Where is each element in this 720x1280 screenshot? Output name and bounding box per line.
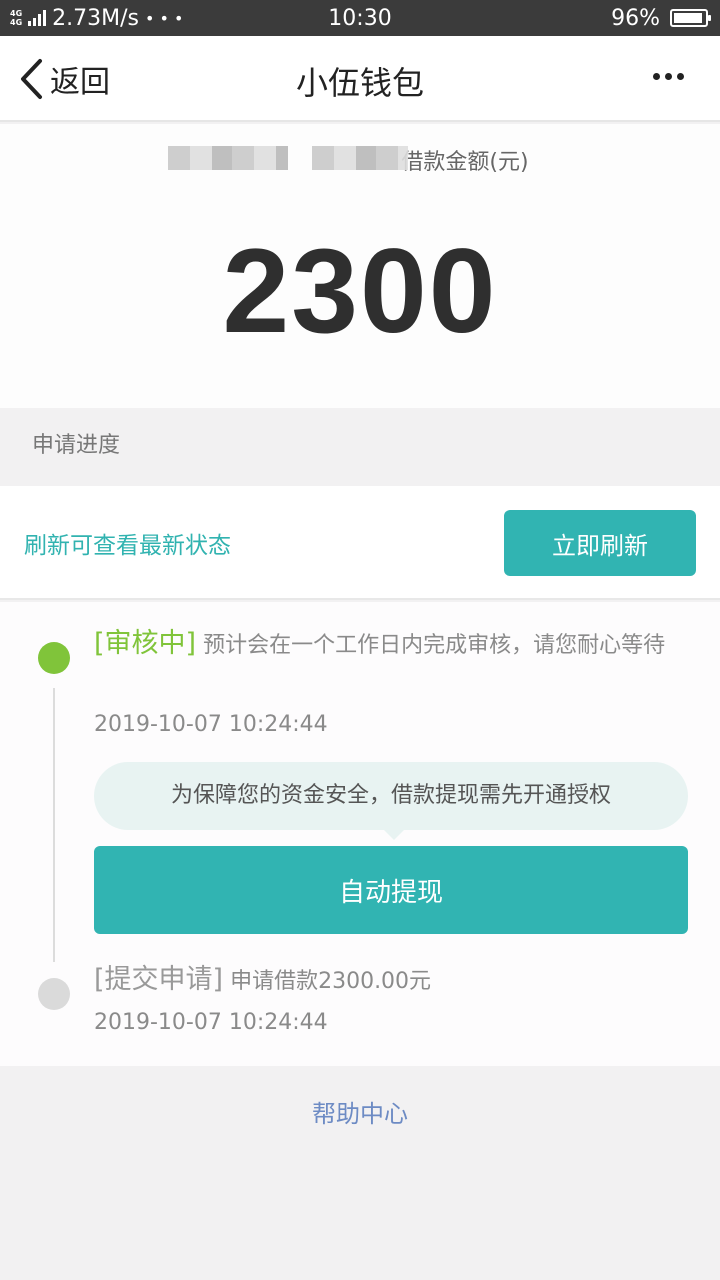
refresh-now-button[interactable]: 立即刷新 — [504, 510, 696, 576]
redacted-text — [312, 146, 408, 170]
network-label-1: 4G — [10, 9, 23, 18]
step-review: [审核中] 预计会在一个工作日内完成审核，请您耐心等待 — [94, 624, 694, 666]
loan-amount: 2300 — [222, 224, 498, 358]
step-submitted-tag: [提交申请] — [94, 964, 224, 995]
network-type-icon: 4G 4G — [10, 9, 22, 27]
status-left: 4G 4G 2.73M/s • • • — [10, 6, 183, 31]
page-title: 小伍钱包 — [295, 64, 424, 102]
step-submitted-text: 申请借款2300.00元 — [230, 969, 432, 994]
authorization-tip: 为保障您的资金安全，借款提现需先开通授权 — [94, 762, 688, 840]
step-review-tag: [审核中] — [94, 628, 197, 659]
step-active-dot — [38, 642, 70, 674]
step-submitted-dot — [38, 978, 70, 1010]
status-right: 96% — [611, 5, 711, 31]
battery-percent: 96% — [611, 5, 660, 31]
battery-icon — [670, 9, 711, 27]
timeline-line — [53, 688, 55, 962]
auto-withdraw-button[interactable]: 自动提现 — [94, 846, 688, 934]
more-notifications-icon: • • • — [144, 8, 184, 28]
step-submitted-time: 2019-10-07 10:24:44 — [94, 1010, 328, 1035]
help-center-link[interactable]: 帮助中心 — [0, 1094, 720, 1129]
nav-bar: 返回 小伍钱包 — [0, 36, 720, 122]
step-review-text: 预计会在一个工作日内完成审核，请您耐心等待 — [203, 633, 666, 658]
network-speed: 2.73M/s — [52, 5, 139, 31]
more-options-icon[interactable] — [653, 66, 684, 86]
redacted-text — [168, 146, 288, 170]
signal-icon — [28, 10, 47, 26]
refresh-row: 刷新可查看最新状态 立即刷新 — [0, 486, 720, 600]
loan-amount-section: ████████████ 借款金额(元) 2300 — [0, 124, 720, 408]
step-submitted: [提交申请] 申请借款2300.00元 — [94, 960, 694, 1002]
amount-label-text: 借款金额(元) — [401, 150, 529, 175]
refresh-hint: 刷新可查看最新状态 — [24, 533, 231, 559]
progress-section-title: 申请进度 — [0, 408, 720, 486]
step-review-time: 2019-10-07 10:24:44 — [94, 712, 328, 737]
network-label-2: 4G — [10, 18, 23, 27]
status-bar: 4G 4G 2.73M/s • • • 10:30 96% — [0, 0, 720, 36]
progress-timeline: [审核中] 预计会在一个工作日内完成审核，请您耐心等待 2019-10-07 1… — [0, 602, 720, 1066]
